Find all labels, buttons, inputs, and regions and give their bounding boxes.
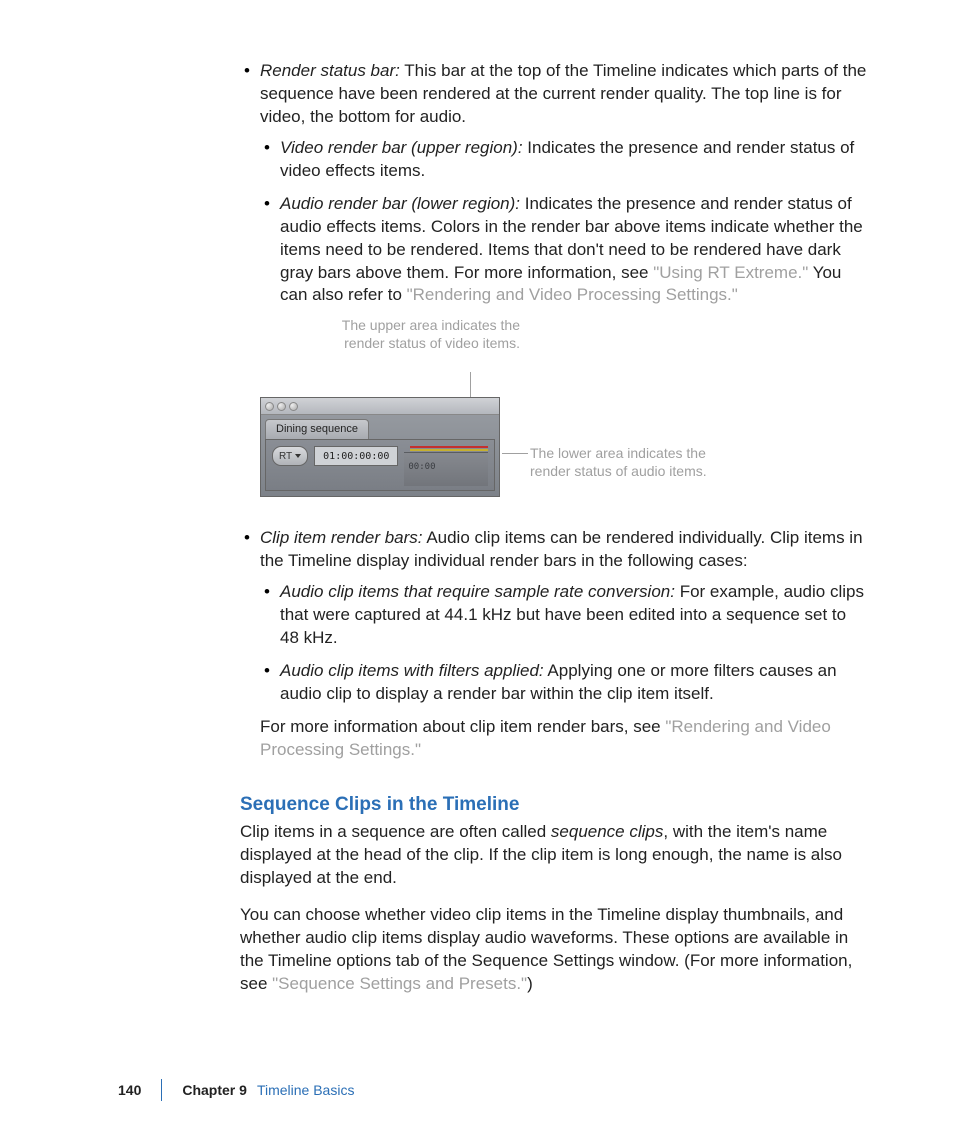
zoom-icon <box>289 402 298 411</box>
list-item: Clip item render bars: Audio clip items … <box>240 527 869 761</box>
leader-line <box>502 453 528 454</box>
list-item: Video render bar (upper region): Indicat… <box>260 137 869 183</box>
timeline-panel: RT 01:00:00:00 00:00 <box>265 439 495 491</box>
body-text: ) <box>527 974 533 993</box>
chevron-down-icon <box>295 454 301 458</box>
link-text[interactable]: "Using RT Extreme." <box>653 263 808 282</box>
list-item: Audio clip items with filters applied: A… <box>260 660 869 706</box>
page-footer: 140 Chapter 9 Timeline Basics <box>118 1079 354 1101</box>
minimize-icon <box>277 402 286 411</box>
ruler-background: 00:00 <box>404 452 488 486</box>
link-text[interactable]: "Rendering and Video Processing Settings… <box>407 285 738 304</box>
term: Clip item render bars: <box>260 528 423 547</box>
ruler-tick-label: 00:00 <box>408 461 435 473</box>
term: Video render bar (upper region): <box>280 138 523 157</box>
section-heading: Sequence Clips in the Timeline <box>240 792 869 818</box>
window-titlebar <box>261 398 499 415</box>
term: Audio render bar (lower region): <box>280 194 520 213</box>
chapter-title: Timeline Basics <box>257 1081 355 1100</box>
sequence-tab: Dining sequence <box>265 419 369 439</box>
screenshot: Dining sequence RT 01:00:00:00 <box>260 397 500 497</box>
video-render-bar <box>410 446 488 448</box>
paragraph: Clip items in a sequence are often calle… <box>240 821 869 890</box>
term: Audio clip items with filters applied: <box>280 661 544 680</box>
timeline-ruler: 00:00 <box>404 446 488 486</box>
paragraph: You can choose whether video clip items … <box>240 904 869 996</box>
divider <box>161 1079 162 1101</box>
list-item: Audio clip items that require sample rat… <box>260 581 869 650</box>
term: Render status bar: <box>260 61 400 80</box>
chapter-label: Chapter 9 <box>182 1081 247 1100</box>
list-item: Render status bar: This bar at the top o… <box>240 60 869 507</box>
emphasis: sequence clips <box>551 822 663 841</box>
audio-render-bar <box>410 449 488 451</box>
callout-lower: The lower area indicates the render stat… <box>530 445 710 480</box>
term: Audio clip items that require sample rat… <box>280 582 675 601</box>
rt-label: RT <box>279 450 292 464</box>
list-item: Audio render bar (lower region): Indicat… <box>260 193 869 308</box>
body-text: For more information about clip item ren… <box>260 717 665 736</box>
callout-upper: The upper area indicates the render stat… <box>320 317 520 352</box>
close-icon <box>265 402 274 411</box>
bullet-list: Render status bar: This bar at the top o… <box>240 60 869 762</box>
sub-list: Audio clip items that require sample rat… <box>260 581 869 706</box>
timecode-field: 01:00:00:00 <box>314 446 398 466</box>
page-number: 140 <box>118 1081 141 1100</box>
body-text: For more information about clip item ren… <box>260 716 869 762</box>
link-text[interactable]: "Sequence Settings and Presets." <box>272 974 527 993</box>
sub-list: Video render bar (upper region): Indicat… <box>260 137 869 308</box>
body-text: Clip items in a sequence are often calle… <box>240 822 551 841</box>
rt-menu: RT <box>272 446 308 466</box>
figure: The upper area indicates the render stat… <box>260 317 869 507</box>
